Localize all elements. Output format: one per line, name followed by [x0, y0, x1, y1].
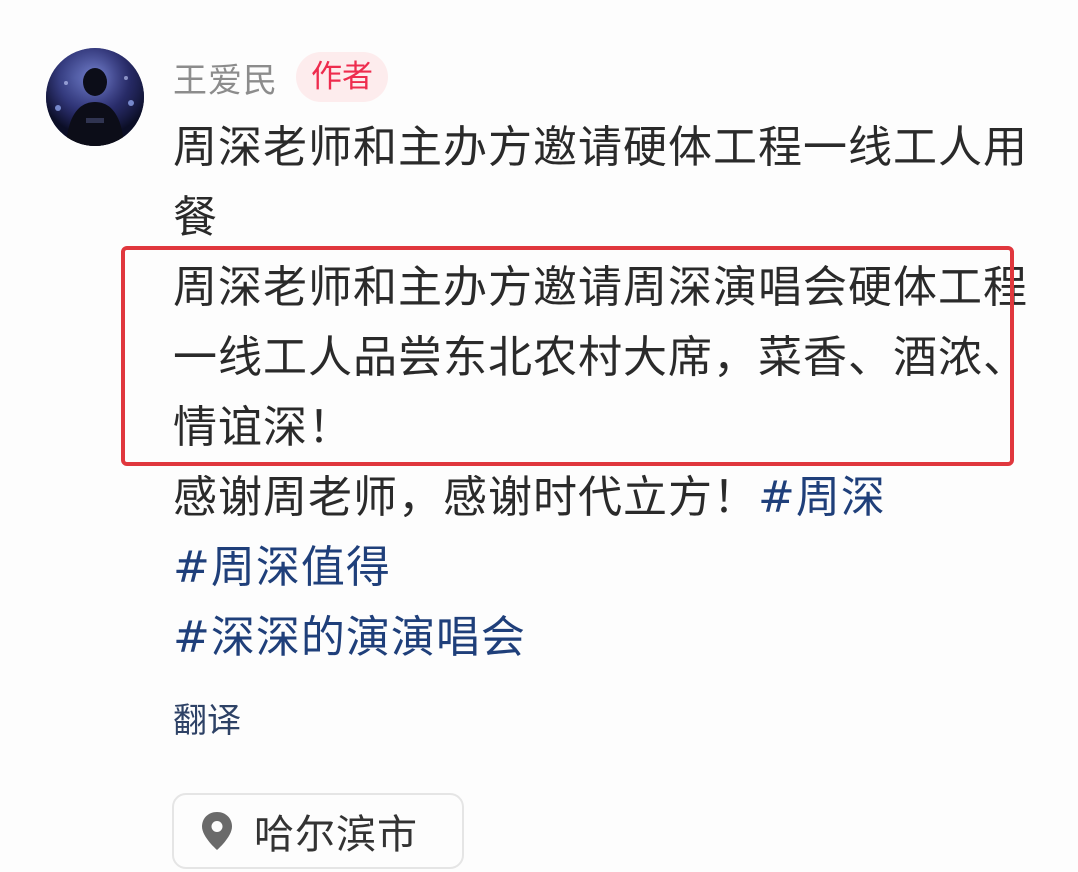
author-badge: 作者: [296, 52, 388, 102]
post-paragraph-3-text: 感谢周老师，感谢时代立方！: [173, 472, 758, 523]
hashtag-link[interactable]: #深深的演演唱会: [173, 612, 526, 663]
location-chip[interactable]: 哈尔滨市: [172, 793, 464, 869]
post-paragraph-1: 周深老师和主办方邀请硬体工程一线工人用餐: [173, 122, 1028, 243]
author-row: 王爱民 作者: [173, 52, 388, 102]
hashtag-line: #深深的演演唱会: [173, 603, 1033, 673]
avatar[interactable]: [46, 48, 144, 146]
location-pin-icon: [202, 812, 232, 850]
location-label: 哈尔滨市: [254, 812, 418, 858]
avatar-photo-icon: [46, 48, 144, 146]
hashtag-line: #周深值得: [173, 533, 1033, 603]
translate-button[interactable]: 翻译: [173, 699, 241, 743]
post-paragraph-3: 感谢周老师，感谢时代立方！#周深: [173, 463, 1033, 533]
hashtag-link[interactable]: #周深: [758, 472, 886, 523]
post-paragraph-2: 周深老师和主办方邀请周深演唱会硬体工程一线工人品尝东北农村大席，菜香、酒浓、情谊…: [173, 262, 1028, 453]
hashtag-link[interactable]: #周深值得: [173, 542, 391, 593]
author-name[interactable]: 王爱民: [173, 53, 278, 102]
post-body: 周深老师和主办方邀请硬体工程一线工人用餐 周深老师和主办方邀请周深演唱会硬体工程…: [173, 113, 1033, 673]
